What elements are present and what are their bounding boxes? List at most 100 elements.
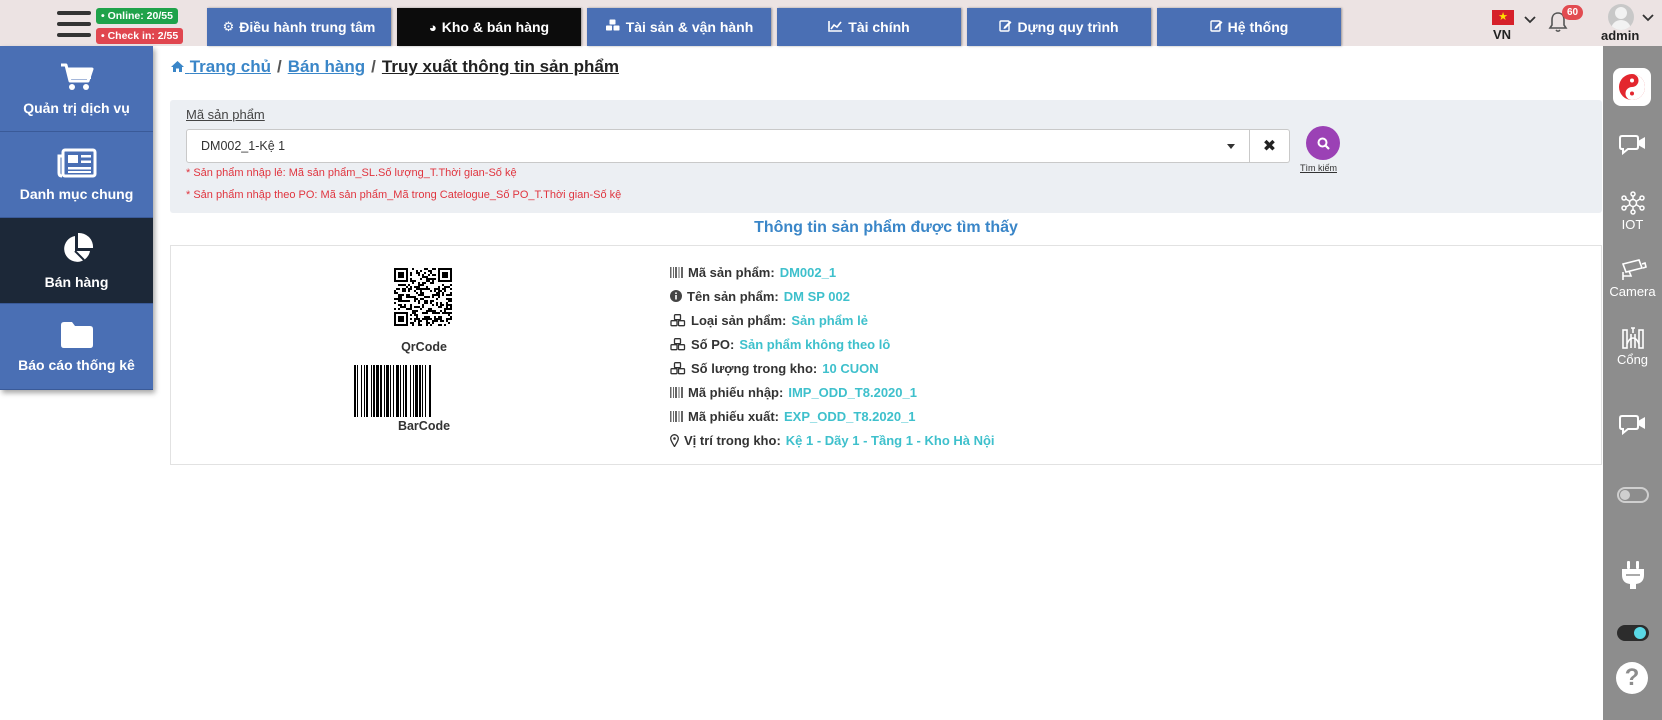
info-value: Sản phẩm không theo lô [739, 336, 891, 352]
gate-button[interactable]: Cổng [1603, 324, 1662, 367]
caret-down-icon [1227, 143, 1235, 149]
info-import-code: Mã phiếu nhập: IMP_ODD_T8.2020_1 [670, 380, 995, 404]
info-product-type: Loại sản phẩm: Sản phẩm lẻ [670, 308, 995, 332]
product-code-value: DM002_1-Kệ 1 [201, 139, 286, 153]
qr-code-image [394, 268, 452, 326]
info-label: Số PO: [691, 336, 735, 352]
info-label: Số lượng trong kho: [691, 360, 818, 376]
product-info-list: Mã sản phẩm: DM002_1 Tên sản phẩm: DM SP… [670, 260, 995, 452]
left-sidebar: Quản trị dịch vụ Danh mục chung Bán hàng… [0, 46, 153, 390]
info-stock-quantity: Số lượng trong kho: 10 CUON [670, 356, 995, 380]
clear-selection-button[interactable]: ✖ [1250, 129, 1290, 163]
search-button-label[interactable]: Tìm kiếm [1300, 163, 1337, 173]
iot-button[interactable]: IOT [1603, 191, 1662, 232]
hint-po-product: * Sản phẩm nhập theo PO: Mã sản phẩm_Mã … [186, 189, 622, 201]
sidebar-item-bao-cao-thong-ke[interactable]: Báo cáo thống kê [0, 304, 153, 390]
close-icon: ✖ [1262, 138, 1277, 155]
language-label: VN [1493, 27, 1512, 42]
sidebar-item-label: Quản trị dịch vụ [23, 99, 130, 116]
app-logo[interactable] [1613, 68, 1651, 106]
username-label: admin [1601, 28, 1640, 43]
info-value: Sản phẩm lẻ [791, 312, 868, 328]
cubes-icon [670, 361, 686, 374]
info-label: Tên sản phẩm: [687, 288, 779, 304]
main-nav-tabs: ⚙ Điều hành trung tâm ◕ Kho & bán hàng T… [207, 8, 1341, 46]
product-code-label: Mã sản phẩm [186, 107, 265, 122]
info-value: EXP_ODD_T8.2020_1 [784, 408, 916, 424]
breadcrumb-separator: / [371, 57, 376, 76]
search-button[interactable] [1306, 126, 1340, 160]
hint-odd-product: * Sản phẩm nhập lẻ: Mã sản phẩm_SL.Số lư… [186, 167, 517, 179]
barcode-icon [670, 410, 683, 422]
newspaper-icon [57, 148, 96, 177]
vietnam-flag-icon[interactable]: ★ [1492, 10, 1514, 25]
checkin-status-badge: • Check in: 2/55 [96, 28, 184, 44]
pie-chart-icon [63, 232, 93, 262]
product-code-select[interactable]: DM002_1-Kệ 1 [186, 129, 1250, 163]
power-plug-icon [1621, 561, 1644, 589]
tab-dieu-hanh-trung-tam[interactable]: ⚙ Điều hành trung tâm [207, 8, 391, 46]
video-chat-icon [1618, 415, 1645, 436]
chevron-down-icon[interactable] [1642, 10, 1654, 25]
breadcrumb-home-link[interactable]: Trang chủ [170, 57, 271, 77]
info-value: DM SP 002 [783, 288, 850, 304]
security-camera-icon [1621, 259, 1647, 280]
avatar[interactable] [1608, 4, 1634, 30]
info-product-code: Mã sản phẩm: DM002_1 [670, 260, 995, 284]
map-marker-icon [670, 433, 679, 447]
top-bar: • Online: 20/55 • Check in: 2/55 ⚙ Điều … [0, 0, 1662, 46]
sidebar-item-label: Bán hàng [44, 273, 109, 290]
gear-icon: ⚙ [222, 19, 235, 34]
video-call-button-2[interactable] [1603, 413, 1662, 437]
video-call-button[interactable] [1603, 133, 1662, 157]
line-chart-icon [828, 20, 843, 35]
notification-count-badge: 60 [1562, 5, 1584, 20]
info-label: Mã sản phẩm: [688, 264, 775, 280]
cubes-icon [670, 337, 686, 350]
sidebar-item-quan-tri-dich-vu[interactable]: Quản trị dịch vụ [0, 46, 153, 132]
result-panel: QrCode BarCode Mã sản phẩm: DM002_1 Tên … [170, 245, 1602, 465]
tab-tai-san-van-hanh[interactable]: Tài sản & vận hành [587, 8, 771, 46]
barcode-icon [670, 386, 683, 398]
info-export-code: Mã phiếu xuất: EXP_ODD_T8.2020_1 [670, 404, 995, 428]
cubes-icon [670, 313, 686, 326]
barcode-label: BarCode [397, 419, 451, 433]
sidebar-item-ban-hang[interactable]: Bán hàng [0, 218, 153, 304]
info-value: Kệ 1 - Dãy 1 - Tầng 1 - Kho Hà Nội [785, 432, 995, 448]
toggle-switch-1[interactable] [1617, 487, 1649, 503]
breadcrumb-section-link[interactable]: Bán hàng [288, 57, 365, 77]
help-icon[interactable]: ? [1616, 662, 1648, 694]
gate-icon [1621, 327, 1644, 349]
iot-label: IOT [1621, 217, 1644, 232]
chevron-down-icon[interactable] [1524, 12, 1536, 27]
sidebar-item-danh-muc-chung[interactable]: Danh mục chung [0, 132, 153, 218]
tab-kho-ban-hang[interactable]: ◕ Kho & bán hàng [397, 8, 581, 46]
camera-label: Camera [1609, 284, 1656, 299]
info-value: DM002_1 [779, 264, 837, 280]
breadcrumb-separator: / [276, 57, 282, 76]
folder-icon [60, 321, 93, 348]
tab-label: Dựng quy trình [1017, 19, 1119, 35]
tab-label: Tài chính [848, 19, 910, 35]
info-icon [670, 290, 682, 302]
tab-tai-chinh[interactable]: Tài chính [777, 8, 961, 46]
gate-label: Cổng [1616, 352, 1649, 367]
sidebar-item-label: Báo cáo thống kê [18, 356, 135, 373]
tab-he-thong[interactable]: Hệ thống [1157, 8, 1341, 46]
cart-icon [60, 63, 93, 90]
home-icon [171, 61, 184, 72]
barcode-image [354, 365, 494, 417]
camera-button[interactable]: Camera [1603, 258, 1662, 299]
info-label: Mã phiếu nhập: [688, 384, 784, 400]
plug-button[interactable] [1603, 560, 1662, 590]
search-icon [1317, 137, 1330, 150]
hamburger-menu-icon[interactable] [57, 11, 91, 41]
tab-dung-quy-trinh[interactable]: Dựng quy trình [967, 8, 1151, 46]
info-label: Loại sản phẩm: [691, 312, 787, 328]
tab-label: Kho & bán hàng [441, 19, 550, 35]
info-label: Vị trí trong kho: [684, 432, 781, 448]
toggle-switch-2[interactable] [1617, 625, 1649, 641]
info-value: IMP_ODD_T8.2020_1 [788, 384, 917, 400]
edit-icon [999, 19, 1012, 35]
page-title: Truy xuất thông tin sản phẩm [381, 57, 619, 76]
